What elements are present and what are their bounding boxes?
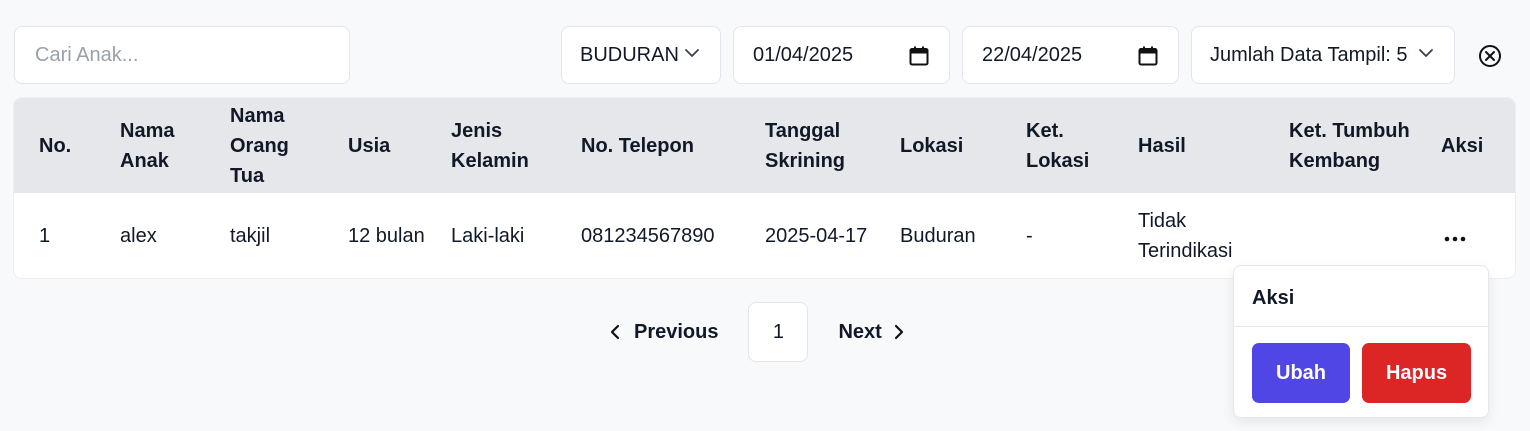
header-usia: Usia [348,134,391,157]
edit-button[interactable]: Ubah [1252,343,1350,403]
page-size-select[interactable]: Jumlah Data Tampil: 5 [1191,26,1455,84]
page-size-value: Jumlah Data Tampil: 5 [1210,43,1408,66]
calendar-icon[interactable] [1138,46,1158,66]
action-menu-title: Aksi [1234,266,1488,327]
cell-nama-orang-tua: takjil [230,224,271,247]
cell-jenis-kelamin: Laki-laki [451,224,525,247]
header-lokasi: Lokasi [900,134,964,157]
chevron-down-icon [685,49,699,57]
cell-tanggal-skrining: 2025-04-17 [765,224,868,247]
children-table: No. Nama Anak Nama Orang Tua Usia Jenis … [14,98,1515,278]
table-header-row: No. Nama Anak Nama Orang Tua Usia Jenis … [14,98,1515,193]
location-select[interactable]: BUDURAN [561,26,721,84]
cell-ket-lokasi: - [1026,224,1033,247]
header-tanggal-skrining: Tanggal Skrining [765,119,846,172]
cell-no: 1 [39,224,51,247]
next-page-button[interactable]: Next [838,321,903,344]
action-menu: Aksi Ubah Hapus [1233,265,1489,418]
header-aksi: Aksi [1441,134,1484,157]
chevron-right-icon [894,324,903,340]
header-ket-lokasi: Ket. Lokasi [1026,119,1090,172]
page-number-button[interactable]: 1 [748,302,809,362]
cell-lokasi: Buduran [900,224,976,247]
chevron-down-icon [1419,49,1433,57]
header-nama-anak: Nama Anak [120,119,175,172]
date-to-field[interactable]: 22/04/2025 [962,26,1179,84]
calendar-icon[interactable] [909,46,929,66]
date-to-value: 22/04/2025 [982,43,1083,66]
location-select-value: BUDURAN [580,43,679,66]
date-from-field[interactable]: 01/04/2025 [733,26,950,84]
header-ket-tumbuh-kembang: Ket. Tumbuh Kembang [1289,119,1410,172]
header-no: No. [39,134,72,157]
cell-usia: 12 bulan [348,224,425,247]
date-from-value: 01/04/2025 [753,43,854,66]
previous-label: Previous [634,320,719,343]
cell-no-telepon: 081234567890 [581,224,715,247]
header-hasil: Hasil [1138,134,1186,157]
pagination: Previous 1 Next [610,302,904,362]
search-field[interactable] [14,26,350,84]
header-no-telepon: No. Telepon [581,134,694,157]
cell-nama-anak: alex [120,224,157,247]
chevron-left-icon [610,324,620,340]
delete-button[interactable]: Hapus [1362,343,1471,403]
search-input[interactable] [33,42,337,68]
previous-page-button[interactable]: Previous [610,321,718,344]
close-circle-icon[interactable] [1478,44,1502,68]
next-label: Next [838,320,882,343]
header-nama-orang-tua: Nama Orang Tua [230,104,289,187]
header-jenis-kelamin: Jenis Kelamin [451,119,529,172]
more-horizontal-icon[interactable] [1441,221,1466,251]
